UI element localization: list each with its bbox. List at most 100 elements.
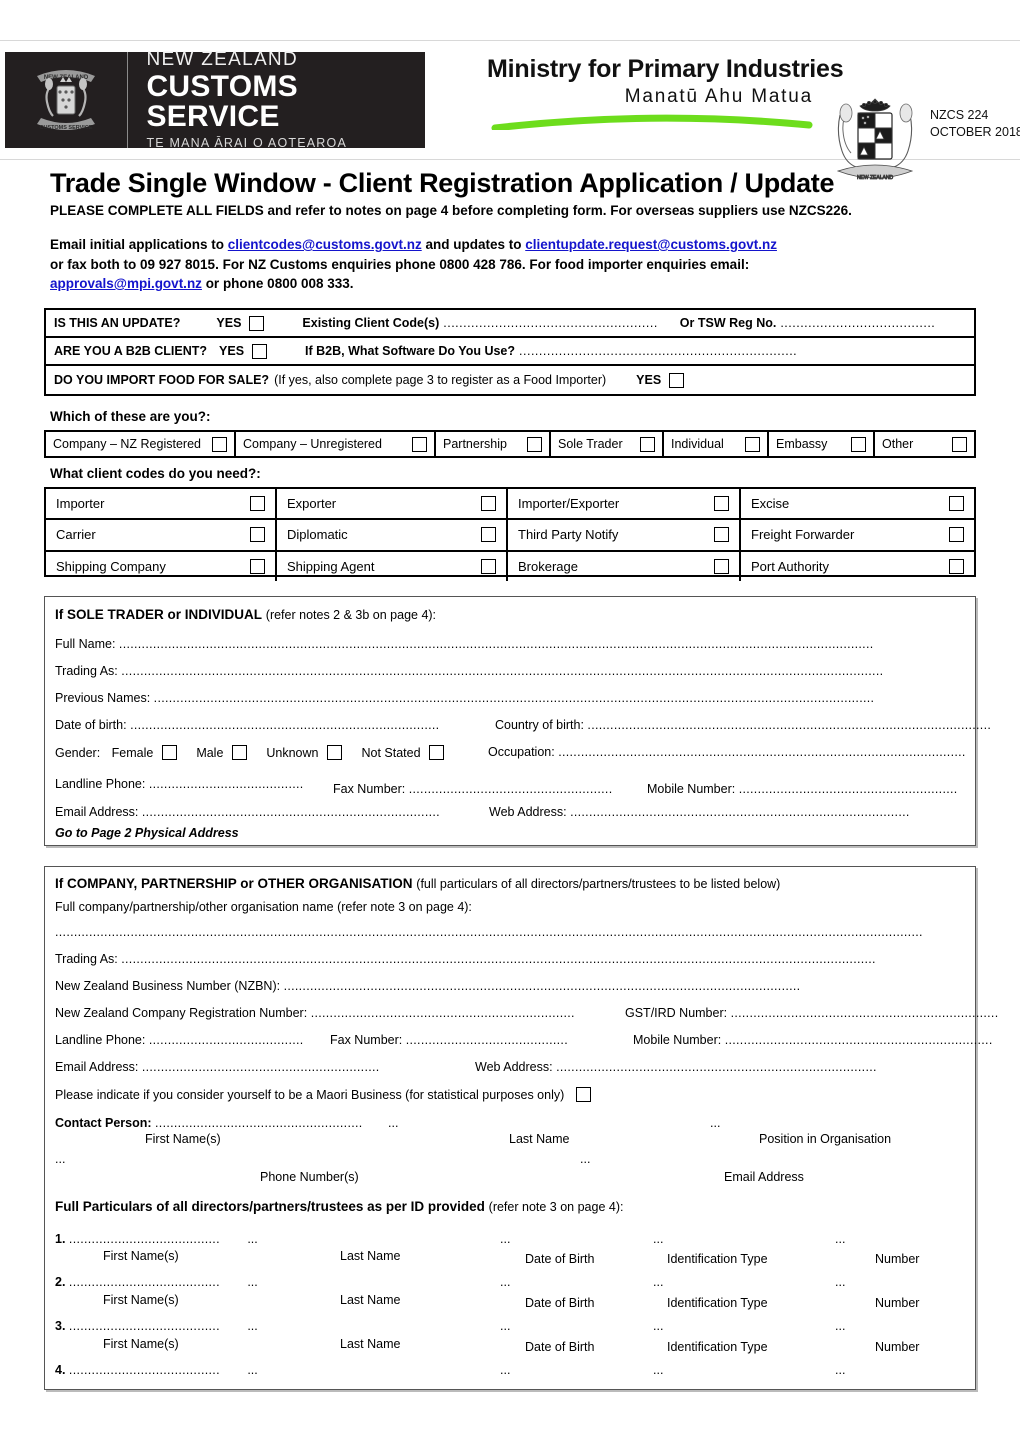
mobile-input[interactable]: ........................................… [739,782,958,796]
director-last-name-input[interactable]: ... [247,1319,257,1333]
svg-text:NEW ZEALAND: NEW ZEALAND [857,175,894,181]
clientcodes-email-link[interactable]: clientcodes@customs.govt.nz [228,237,422,252]
gender-checkbox-unknown[interactable] [326,745,342,760]
client-code-checkbox-exporter[interactable] [481,496,496,512]
gender-checkbox-male[interactable] [231,745,247,760]
previous-names-input[interactable]: ........................................… [154,691,875,705]
director-idtype-input[interactable]: ... [653,1275,663,1289]
gst-input[interactable]: ........................................… [731,1006,999,1020]
maori-business-row: Please indicate if you consider yourself… [55,1087,591,1102]
fax-input[interactable]: ........................................… [409,782,613,796]
contact-phone-input[interactable]: ... [55,1152,65,1166]
client-code-checkbox-shipping-company[interactable] [250,558,265,574]
director-number-input[interactable]: ... [835,1319,845,1333]
director-number-input[interactable]: ... [835,1275,845,1289]
landline-input[interactable]: ........................................… [149,777,304,791]
company-email-input[interactable]: ........................................… [142,1060,380,1074]
food-import-yes-checkbox[interactable] [669,372,685,388]
entity-checkbox-partnership[interactable] [527,436,542,452]
director-last-name-input[interactable]: ... [247,1275,257,1289]
entity-option-company-unregistered[interactable]: Company – Unregistered [236,432,436,456]
company-name-input[interactable]: ........................................… [55,925,923,939]
client-code-checkbox-brokerage[interactable] [714,558,729,574]
company-landline-input[interactable]: ........................................… [149,1033,304,1047]
director-idtype-input[interactable]: ... [653,1232,663,1246]
tsw-reg-no-input[interactable]: ....................................... [780,316,935,330]
company-trading-as-input[interactable]: ........................................… [121,952,876,966]
client-code-shipping-agent[interactable]: Shipping Agent [277,551,508,581]
client-code-third-party-notify[interactable]: Third Party Notify [508,520,741,550]
nzbn-input[interactable]: ........................................… [284,979,801,993]
entity-option-company-nz-registered[interactable]: Company – NZ Registered [46,432,236,456]
contact-person-position-input[interactable]: ... [710,1116,720,1130]
client-code-excise[interactable]: Excise [741,489,974,518]
occupation-input[interactable]: ........................................… [558,745,965,759]
entity-option-sole-trader[interactable]: Sole Trader [551,432,664,456]
director-first-name-input[interactable]: ........................................ [69,1319,220,1333]
client-code-diplomatic[interactable]: Diplomatic [277,520,508,550]
client-code-freight-forwarder[interactable]: Freight Forwarder [741,520,974,549]
web-input[interactable]: ........................................… [570,805,910,819]
entity-option-other[interactable]: Other [875,432,974,456]
entity-option-individual[interactable]: Individual [664,432,769,456]
director-dob-input[interactable]: ... [500,1319,510,1333]
client-code-checkbox-freight-forwarder[interactable] [949,527,964,543]
client-code-shipping-company[interactable]: Shipping Company [46,551,277,581]
client-code-checkbox-excise[interactable] [949,496,964,512]
entity-option-partnership[interactable]: Partnership [436,432,551,456]
entity-checkbox-company-unregistered[interactable] [412,436,427,452]
company-fax-input[interactable]: ........................................… [406,1033,568,1047]
director-number-input[interactable]: ... [835,1232,845,1246]
director-first-name-input[interactable]: ........................................ [69,1363,220,1377]
director-idtype-input[interactable]: ... [653,1363,663,1377]
b2b-yes-checkbox[interactable] [252,343,268,359]
contact-person-last-name-input[interactable]: ... [388,1116,398,1130]
client-code-checkbox-shipping-agent[interactable] [481,558,496,574]
maori-business-checkbox[interactable] [575,1087,591,1102]
gender-checkbox-female[interactable] [161,745,177,760]
client-code-checkbox-importer-exporter[interactable] [714,496,729,512]
trading-as-input[interactable]: ........................................… [121,664,883,678]
director-idtype-input[interactable]: ... [653,1319,663,1333]
client-code-carrier[interactable]: Carrier [46,520,277,550]
client-code-checkbox-importer[interactable] [250,496,265,512]
client-code-exporter[interactable]: Exporter [277,489,508,519]
director-first-name-input[interactable]: ........................................ [69,1232,220,1246]
b2b-software-input[interactable]: ........................................… [519,344,797,358]
email-input[interactable]: ........................................… [142,805,440,819]
client-code-importer-exporter[interactable]: Importer/Exporter [508,489,741,519]
client-code-importer[interactable]: Importer [46,489,277,519]
entity-checkbox-individual[interactable] [745,436,760,452]
gender-checkbox-not-stated[interactable] [429,745,445,760]
director-dob-input[interactable]: ... [500,1275,510,1289]
existing-client-codes-input[interactable]: ........................................… [443,316,658,330]
director-last-name-input[interactable]: ... [247,1363,257,1377]
dob-input[interactable]: ........................................… [130,718,439,732]
company-mobile-input[interactable]: ........................................… [725,1033,993,1047]
client-code-checkbox-port-authority[interactable] [949,558,964,574]
entity-checkbox-company-nz-registered[interactable] [212,436,227,452]
client-code-brokerage[interactable]: Brokerage [508,551,741,581]
client-code-port-authority[interactable]: Port Authority [741,552,974,581]
nzcrn-input[interactable]: ........................................… [311,1006,575,1020]
client-code-checkbox-diplomatic[interactable] [481,527,496,543]
client-code-checkbox-third-party-notify[interactable] [714,527,729,543]
contact-person-first-name-input[interactable]: ........................................… [155,1116,363,1130]
company-web-input[interactable]: ........................................… [556,1060,877,1074]
entity-checkbox-other[interactable] [952,436,967,452]
entity-checkbox-sole-trader[interactable] [640,436,655,452]
approvals-email-link[interactable]: approvals@mpi.govt.nz [50,276,202,291]
clientupdate-email-link[interactable]: clientupdate.request@customs.govt.nz [525,237,777,252]
entity-checkbox-embassy[interactable] [851,436,866,452]
director-number-input[interactable]: ... [835,1363,845,1377]
director-dob-input[interactable]: ... [500,1363,510,1377]
is-update-yes-checkbox[interactable] [249,315,265,331]
director-dob-input[interactable]: ... [500,1232,510,1246]
client-code-checkbox-carrier[interactable] [250,527,265,543]
country-birth-input[interactable]: ........................................… [587,718,991,732]
full-name-input[interactable]: ........................................… [119,637,874,651]
director-first-name-input[interactable]: ........................................ [69,1275,220,1289]
contact-email-input[interactable]: ... [580,1152,590,1166]
entity-option-embassy[interactable]: Embassy [769,432,875,456]
director-last-name-input[interactable]: ... [247,1232,257,1246]
